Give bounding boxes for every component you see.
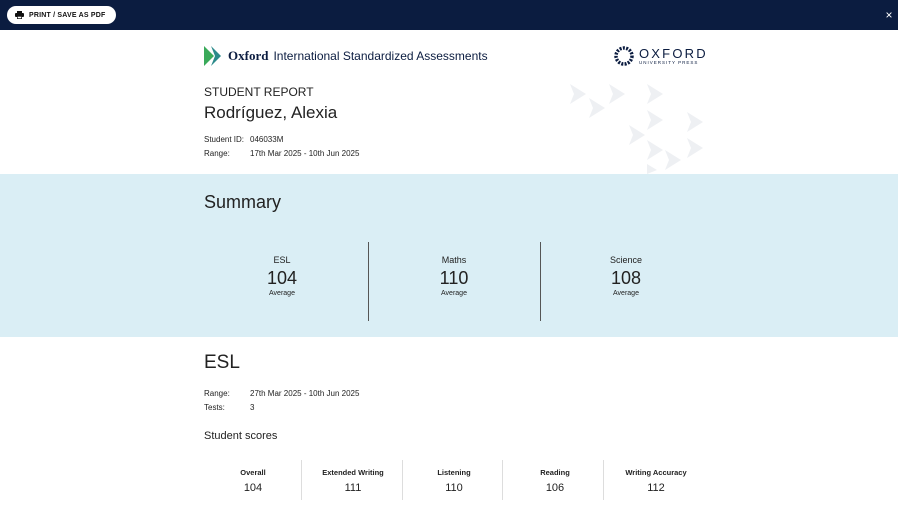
summary-caption: Average	[613, 290, 639, 297]
esl-range-value: 27th Mar 2025 - 10th Jun 2025	[250, 389, 360, 398]
esl-tests-row: Tests: 3	[204, 403, 254, 412]
oup-subtitle: UNIVERSITY PRESS	[639, 59, 699, 65]
score-value: 106	[545, 482, 565, 494]
score-value: 110	[445, 482, 463, 494]
student-id-row: Student ID: 046033M	[204, 135, 283, 144]
score-label: Overall	[240, 468, 266, 477]
oxford-university-press-logo: OXFORD UNIVERSITY PRESS	[613, 45, 708, 67]
printer-icon	[15, 6, 24, 24]
summary-title: Summary	[204, 192, 282, 212]
print-save-pdf-button[interactable]: PRINT / SAVE AS PDF	[7, 6, 116, 24]
student-scores-title: Student scores	[204, 430, 278, 442]
score-label: Extended Writing	[322, 468, 384, 477]
brand-oxford-text: Oxford	[228, 48, 269, 63]
summary-caption: Average	[269, 290, 295, 297]
oup-name: OXFORD	[639, 45, 708, 61]
score-extended-writing: Extended Writing 111	[303, 460, 403, 500]
summary-subject: Science	[609, 255, 643, 265]
student-name: Rodríguez, Alexia	[204, 103, 338, 122]
score-listening: Listening 110	[404, 460, 504, 500]
oup-roundel-icon	[614, 46, 634, 66]
student-id-key: Student ID:	[204, 135, 245, 144]
score-writing-accuracy: Writing Accuracy 112	[606, 460, 706, 500]
esl-tests-value: 3	[250, 403, 255, 412]
brand-rest-text: International Standardized Assessments	[273, 49, 488, 63]
score-label: Listening	[437, 468, 471, 477]
score-value: 111	[344, 482, 362, 494]
summary-science: Science 108 Average	[540, 242, 712, 321]
summary-subject: ESL	[273, 255, 291, 265]
esl-section-title: ESL	[204, 352, 240, 373]
oxford-isa-logo: Oxford International Standardized Assess…	[204, 46, 488, 66]
student-id-value: 046033M	[250, 135, 284, 144]
summary-section: Summary ESL 104 Average Maths 110 Averag…	[0, 174, 898, 337]
summary-value: 104	[266, 268, 298, 288]
top-toolbar: PRINT / SAVE AS PDF ×	[0, 0, 898, 30]
score-value: 112	[647, 482, 665, 494]
score-value: 104	[243, 482, 263, 494]
score-label: Reading	[540, 468, 570, 477]
summary-value: 108	[610, 268, 642, 288]
report-range-value: 17th Mar 2025 - 10th Jun 2025	[250, 149, 360, 158]
esl-range-key: Range:	[204, 389, 230, 398]
report-range-row: Range: 17th Mar 2025 - 10th Jun 2025	[204, 149, 359, 158]
score-divider	[301, 460, 302, 500]
score-overall: Overall 104	[203, 460, 303, 500]
summary-esl: ESL 104 Average	[196, 242, 368, 321]
esl-tests-key: Tests:	[204, 403, 225, 412]
summary-subject: Maths	[441, 255, 467, 265]
summary-maths: Maths 110 Average	[368, 242, 540, 321]
esl-range-row: Range: 27th Mar 2025 - 10th Jun 2025	[204, 389, 359, 398]
print-button-label: PRINT / SAVE AS PDF	[29, 11, 106, 19]
chevron-logo-icon	[204, 46, 221, 66]
score-label: Writing Accuracy	[625, 468, 687, 477]
summary-value: 110	[439, 268, 469, 288]
score-divider	[603, 460, 604, 500]
score-divider	[502, 460, 503, 500]
summary-caption: Average	[441, 290, 467, 297]
decorative-chevrons	[570, 84, 703, 174]
close-icon[interactable]: ×	[883, 8, 895, 22]
report-type-label: STUDENT REPORT	[204, 85, 314, 99]
score-reading: Reading 106	[505, 460, 605, 500]
score-divider	[402, 460, 403, 500]
report-range-key: Range:	[204, 149, 230, 158]
